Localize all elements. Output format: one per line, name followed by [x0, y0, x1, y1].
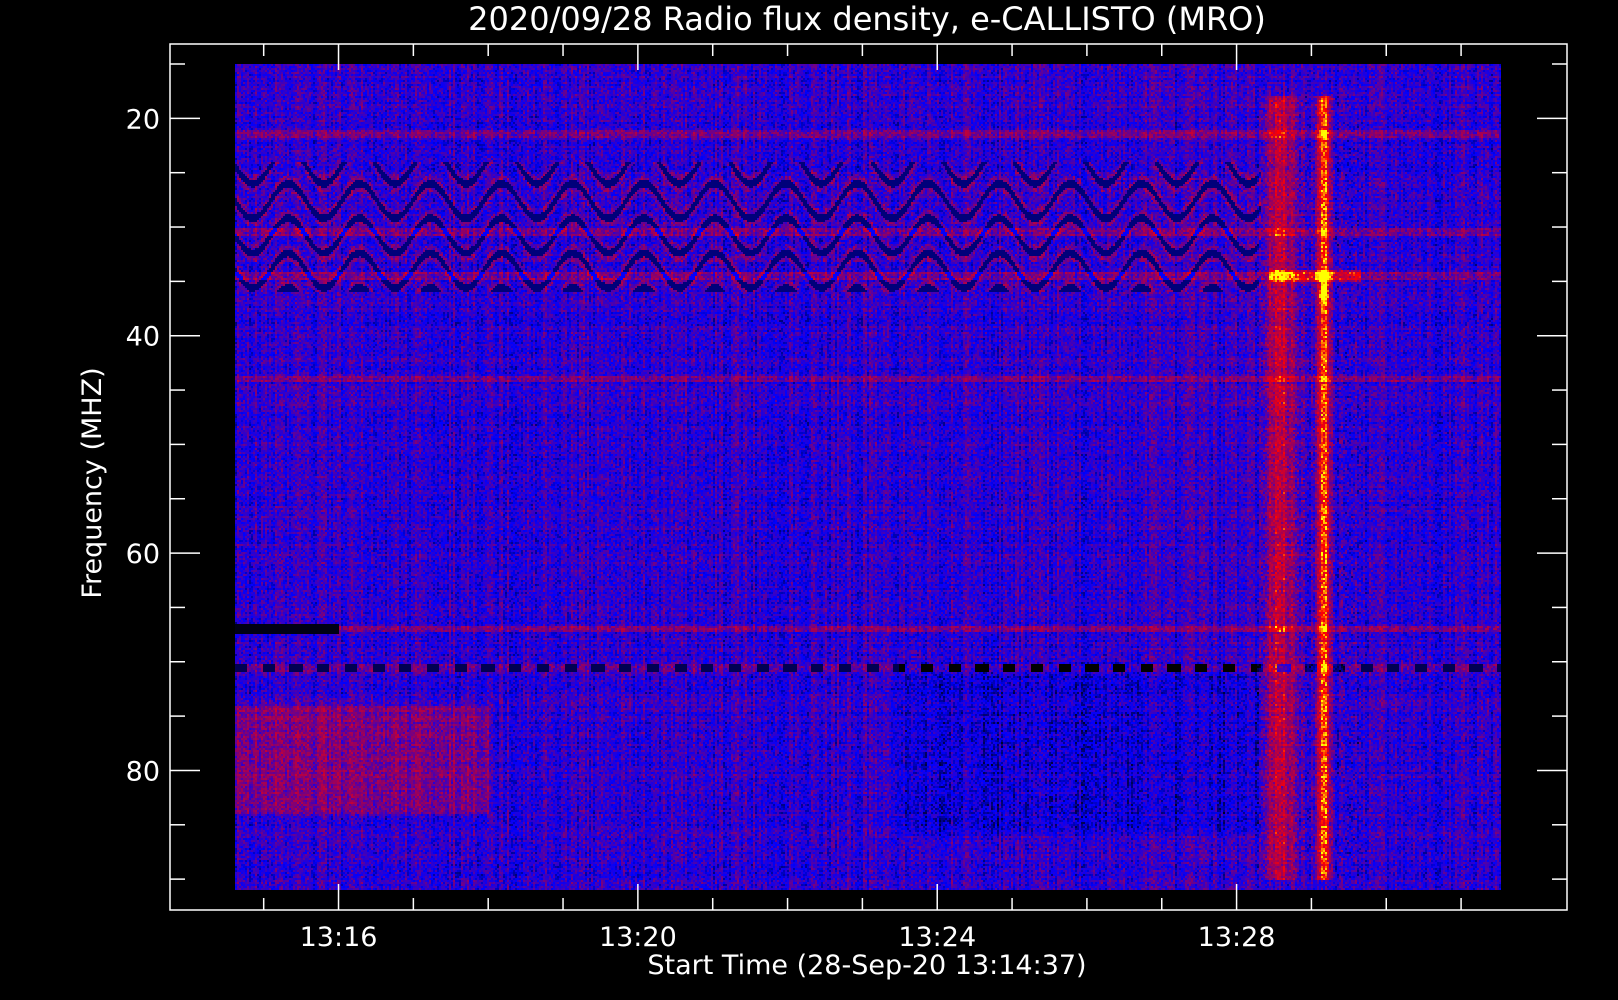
- x-axis-tick-labels: 13:16 13:20 13:24 13:28: [300, 922, 1276, 953]
- x-tick-label: 13:28: [1198, 922, 1276, 953]
- chart-frame: 2020/09/28 Radio flux density, e-CALLIST…: [77, 0, 1568, 981]
- plot-border: [169, 43, 1568, 911]
- y-tick-label: 40: [126, 322, 160, 353]
- y-tick-label: 60: [126, 539, 160, 570]
- x-axis-ticks: [262, 44, 1462, 910]
- spectrogram-figure: 2020/09/28 Radio flux density, e-CALLIST…: [0, 0, 1618, 1000]
- x-tick-label: 13:20: [599, 922, 677, 953]
- x-axis-label: Start Time (28-Sep-20 13:14:37): [647, 950, 1086, 981]
- x-tick-label: 13:16: [300, 922, 378, 953]
- chart-title: 2020/09/28 Radio flux density, e-CALLIST…: [468, 0, 1266, 38]
- y-tick-label: 20: [126, 104, 160, 135]
- x-tick-label: 13:24: [898, 922, 976, 953]
- y-tick-label: 80: [126, 756, 160, 787]
- y-axis-ticks: [170, 63, 1567, 880]
- y-axis-label: Frequency (MHZ): [77, 367, 108, 598]
- y-axis-tick-labels: 20 40 60 80: [126, 104, 160, 787]
